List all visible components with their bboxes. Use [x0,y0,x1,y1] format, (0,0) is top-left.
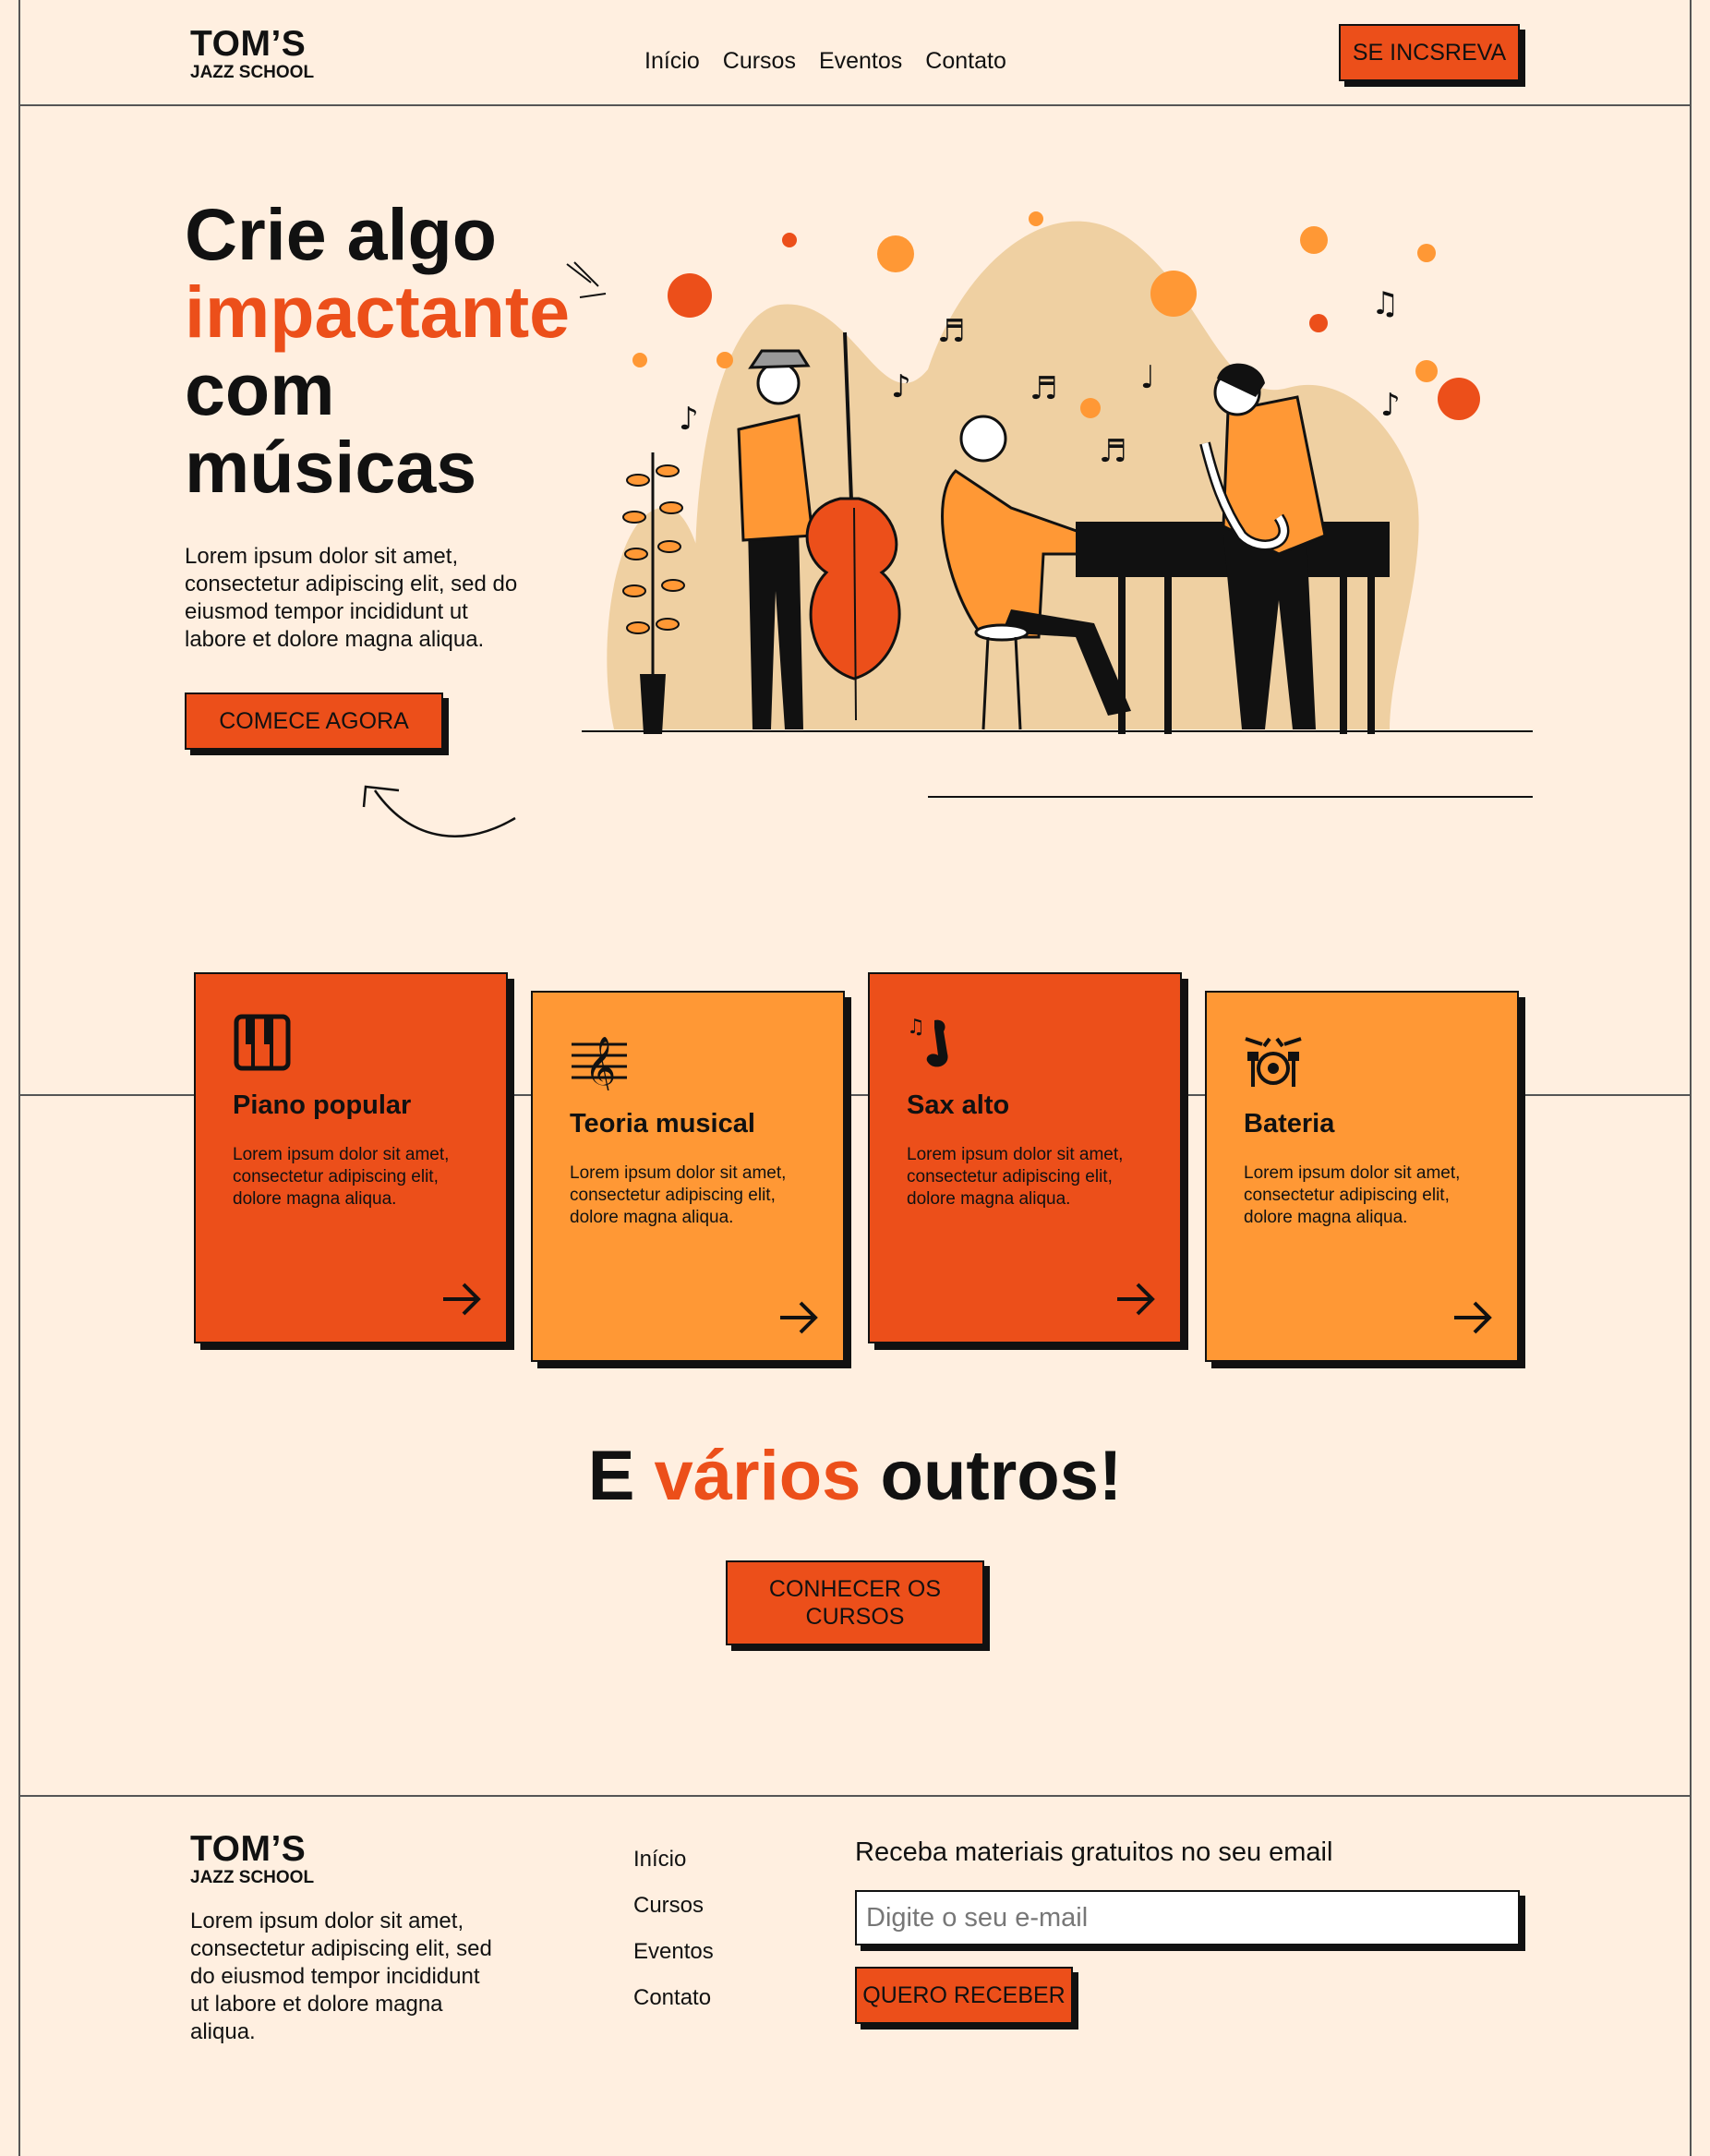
treble-clef-icon: 𝄞 [572,1035,627,1090]
logo[interactable]: TOM’S JAZZ SCHOOL [190,26,314,81]
hero-title-line3: com [185,348,335,430]
svg-text:♪: ♪ [1380,387,1401,424]
course-card-piano[interactable]: Piano popular Lorem ipsum dolor sit amet… [194,972,508,1343]
curved-arrow-decoration [362,785,516,837]
footer-nav-eventos[interactable]: Eventos [633,1939,714,1985]
jazz-band-illustration: ♬ ♬ ♬ ♪ ♩ ♫ ♪ ♪ [582,211,1533,798]
logo-subtitle: JAZZ SCHOOL [190,63,315,82]
start-now-button[interactable]: COMECE AGORA [185,693,443,750]
hero-title-line1: Crie algo [185,193,498,275]
frame-left-line [18,0,20,2156]
svg-text:♬: ♬ [1099,433,1126,470]
svg-text:♩: ♩ [1140,359,1155,396]
hero-title-line4: músicas [185,426,477,508]
signup-button[interactable]: SE INCSREVA [1339,24,1520,81]
piano-keys-icon [234,1014,291,1071]
footer-nav-contato[interactable]: Contato [633,1985,714,2031]
email-field[interactable] [855,1890,1520,1945]
hero-text: Lorem ipsum dolor sit amet, consectetur … [185,544,518,652]
course-description: Lorem ipsum dolor sit amet, consectetur … [907,1145,1124,1209]
nav-item-contato[interactable]: Contato [925,48,1006,75]
others-part1: E [587,1437,655,1515]
svg-text:♬: ♬ [1030,370,1057,407]
footer-nav-inicio[interactable]: Início [633,1847,714,1893]
arrow-right-icon[interactable] [440,1281,484,1318]
course-card-sax[interactable]: ♫ Sax alto Lorem ipsum dolor sit amet, c… [868,972,1182,1343]
course-title: Sax alto [907,1090,1010,1120]
course-description: Lorem ipsum dolor sit amet, consectetur … [1244,1163,1461,1227]
course-title: Teoria musical [570,1109,755,1138]
svg-text:♬: ♬ [937,313,965,350]
arrow-right-icon[interactable] [777,1299,821,1336]
arrow-right-icon[interactable] [1114,1281,1158,1318]
main-nav: Início Cursos Eventos Contato [644,48,1006,75]
course-title: Bateria [1244,1109,1335,1138]
nav-item-cursos[interactable]: Cursos [723,48,796,75]
course-title: Piano popular [233,1090,412,1120]
logo-title: TOM’S [190,24,307,64]
arrow-right-icon[interactable] [1451,1299,1495,1336]
footer-logo[interactable]: TOM’S JAZZ SCHOOL [190,1831,314,1886]
nav-item-inicio[interactable]: Início [644,48,700,75]
course-description: Lorem ipsum dolor sit amet, consectetur … [233,1145,450,1209]
footer-logo-title: TOM’S [190,1829,307,1869]
footer-nav: Início Cursos Eventos Contato [633,1847,714,2031]
course-description: Lorem ipsum dolor sit amet, consectetur … [570,1163,787,1227]
nav-item-eventos[interactable]: Eventos [819,48,902,75]
svg-text:♪: ♪ [891,368,911,405]
svg-text:♫: ♫ [907,1016,925,1039]
hero-title-accent: impactante [185,271,571,353]
svg-text:♫: ♫ [1371,285,1399,322]
drum-kit-icon [1245,1037,1302,1087]
footer-logo-subtitle: JAZZ SCHOOL [190,1868,315,1887]
newsletter-title: Receba materiais gratuitos no seu email [855,1837,1333,1867]
svg-text:♪: ♪ [679,401,699,438]
subscribe-button[interactable]: QUERO RECEBER [855,1967,1073,2024]
course-card-theory[interactable]: 𝄞 Teoria musical Lorem ipsum dolor sit a… [531,991,845,1362]
saxophone-icon: ♫ [907,1016,948,1067]
footer-text: Lorem ipsum dolor sit amet, consectetur … [190,1909,492,2044]
header-divider [18,104,1692,106]
view-courses-button[interactable]: CONHECER OS CURSOS [726,1560,984,1645]
svg-text:𝄞: 𝄞 [584,1035,616,1090]
footer-nav-cursos[interactable]: Cursos [633,1893,714,1939]
frame-right-line [1690,0,1692,2156]
others-heading: E vários outros! [0,1436,1710,1516]
course-card-drums[interactable]: Bateria Lorem ipsum dolor sit amet, cons… [1205,991,1519,1362]
footer-divider [18,1795,1692,1797]
hero-title: Crie algo impactante com músicas [185,196,570,506]
others-part2: outros! [861,1437,1123,1515]
others-accent: vários [654,1437,861,1515]
